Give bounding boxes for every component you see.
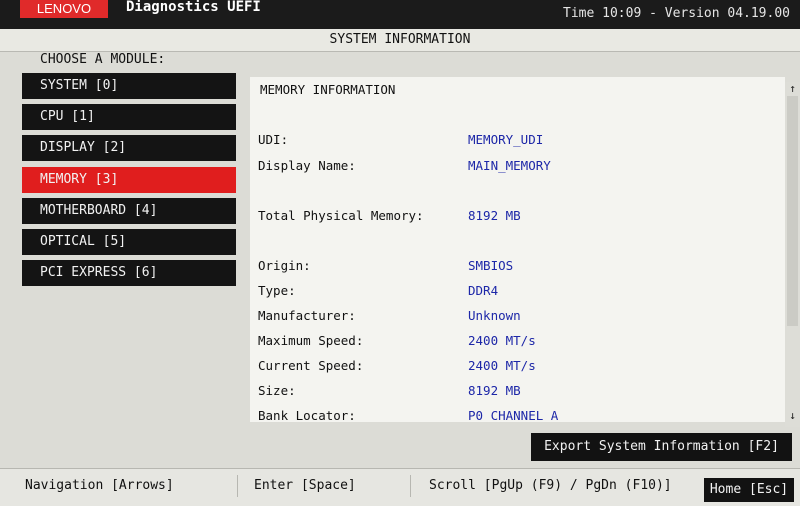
info-key: Bank Locator:	[258, 408, 356, 422]
info-value: 2400 MT/s	[468, 358, 536, 373]
module-memory[interactable]: MEMORY [3]	[22, 167, 236, 193]
module-system[interactable]: SYSTEM [0]	[22, 73, 236, 99]
info-row: Display Name: MAIN_MEMORY	[258, 158, 778, 178]
brand-logo: LENOVO	[20, 0, 108, 18]
info-value: 8192 MB	[468, 383, 521, 398]
info-value: MAIN_MEMORY	[468, 158, 551, 173]
info-key: Type:	[258, 283, 296, 298]
navigation-hint: Navigation [Arrows]	[25, 478, 174, 493]
home-button[interactable]: Home [Esc]	[704, 478, 794, 502]
scroll-thumb[interactable]	[787, 96, 798, 326]
scroll-hint: Scroll [PgUp (F9) / PgDn (F10)]	[410, 475, 672, 497]
module-heading: CHOOSE A MODULE:	[40, 52, 166, 67]
top-bar: LENOVO Diagnostics UEFI Time 10:09 - Ver…	[0, 0, 800, 29]
scroll-down-icon[interactable]: ↓	[785, 409, 800, 423]
info-key: Origin:	[258, 258, 311, 273]
info-value: DDR4	[468, 283, 499, 298]
scroll-up-icon[interactable]: ↑	[785, 82, 800, 96]
panel-title: MEMORY INFORMATION	[260, 82, 396, 97]
info-value: Unknown	[468, 308, 521, 323]
info-key: Size:	[258, 383, 296, 398]
app-title: Diagnostics UEFI	[126, 0, 261, 15]
info-key: UDI:	[258, 132, 289, 147]
module-motherboard[interactable]: MOTHERBOARD [4]	[22, 198, 236, 224]
info-row: Type: DDR4	[258, 283, 778, 303]
info-value: 8192 MB	[468, 208, 521, 223]
info-key: Current Speed:	[258, 358, 364, 373]
info-row: Current Speed: 2400 MT/s	[258, 358, 778, 378]
info-row: Size: 8192 MB	[258, 383, 778, 403]
info-value: MEMORY_UDI	[468, 132, 544, 147]
section-title: SYSTEM INFORMATION	[0, 29, 800, 52]
module-cpu[interactable]: CPU [1]	[22, 104, 236, 130]
module-display[interactable]: DISPLAY [2]	[22, 135, 236, 161]
module-optical[interactable]: OPTICAL [5]	[22, 229, 236, 255]
memory-info-panel: MEMORY INFORMATION UDI: MEMORY_UDI Displ…	[250, 77, 785, 422]
info-value: 2400 MT/s	[468, 333, 536, 348]
enter-hint: Enter [Space]	[237, 475, 356, 497]
footer-bar: Navigation [Arrows] Enter [Space] Scroll…	[0, 468, 800, 506]
export-system-info-button[interactable]: Export System Information [F2]	[531, 433, 792, 461]
info-row: Maximum Speed: 2400 MT/s	[258, 333, 778, 353]
info-key: Manufacturer:	[258, 308, 356, 323]
info-row: Origin: SMBIOS	[258, 258, 778, 278]
info-row: UDI: MEMORY_UDI	[258, 132, 778, 152]
info-row: Manufacturer: Unknown	[258, 308, 778, 328]
info-key: Maximum Speed:	[258, 333, 364, 348]
module-pci-express[interactable]: PCI EXPRESS [6]	[22, 260, 236, 286]
info-value: SMBIOS	[468, 258, 514, 273]
info-key: Display Name:	[258, 158, 356, 173]
info-row: Bank Locator: P0 CHANNEL A	[258, 408, 778, 422]
info-value: P0 CHANNEL A	[468, 408, 559, 422]
panel-scrollbar[interactable]: ↑ ↓	[785, 82, 800, 427]
time-version: Time 10:09 - Version 04.19.00	[563, 6, 790, 21]
info-key: Total Physical Memory:	[258, 208, 424, 223]
info-row: Total Physical Memory: 8192 MB	[258, 208, 778, 228]
